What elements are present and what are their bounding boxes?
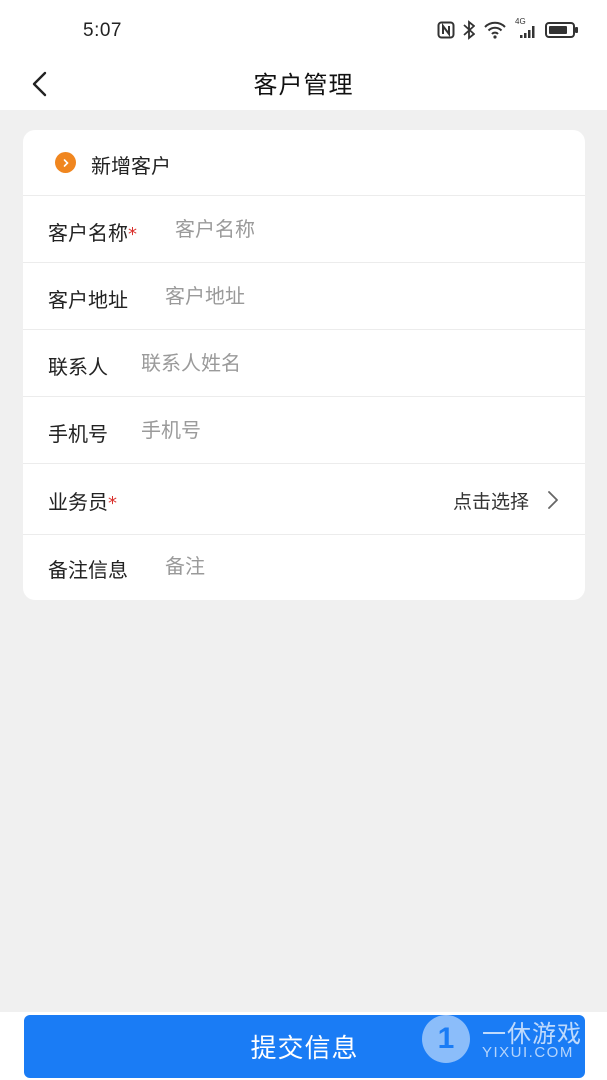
page-title: 客户管理 bbox=[253, 71, 354, 99]
phone-input[interactable] bbox=[141, 415, 441, 445]
customer-name-label: 客户名称* bbox=[48, 221, 137, 245]
remarks-label: 备注信息 bbox=[48, 558, 128, 582]
section-title: 新增客户 bbox=[91, 154, 171, 178]
customer-name-input[interactable] bbox=[175, 214, 475, 244]
network-type-label: 4G bbox=[515, 17, 526, 26]
contact-label: 联系人 bbox=[48, 355, 108, 379]
customer-address-label: 客户地址 bbox=[48, 288, 128, 312]
form-row-remarks: 备注信息 bbox=[23, 536, 585, 600]
required-mark: * bbox=[108, 493, 117, 514]
salesperson-label: 业务员* bbox=[48, 490, 117, 514]
status-time: 5:07 bbox=[83, 20, 122, 41]
contact-name-input[interactable] bbox=[141, 348, 441, 378]
nfc-icon bbox=[437, 21, 455, 39]
customer-form-card: 新增客户 客户名称* 客户地址 联系人 手机号 业务员* 点击选择 备注信息 bbox=[23, 130, 585, 600]
section-bullet-icon bbox=[55, 152, 76, 173]
chevron-right-icon[interactable] bbox=[545, 490, 561, 510]
watermark-name-en: YIXUI.COM bbox=[482, 1044, 574, 1061]
section-header: 新增客户 bbox=[23, 130, 585, 196]
battery-icon bbox=[545, 21, 579, 39]
watermark-logo: 1 bbox=[422, 1015, 470, 1063]
form-row-contact: 联系人 bbox=[23, 331, 585, 397]
form-row-phone: 手机号 bbox=[23, 398, 585, 464]
status-bar: 5:07 4G bbox=[0, 0, 607, 58]
watermark: 1 一休游戏 YIXUI.COM bbox=[420, 1012, 595, 1072]
salesperson-select-value[interactable]: 点击选择 bbox=[453, 487, 529, 514]
nav-bar: 客户管理 bbox=[0, 58, 607, 110]
form-row-customer-address: 客户地址 bbox=[23, 264, 585, 330]
remarks-input[interactable] bbox=[165, 551, 465, 581]
phone-label: 手机号 bbox=[48, 422, 108, 446]
required-mark: * bbox=[128, 224, 137, 245]
bluetooth-icon bbox=[463, 20, 475, 40]
form-row-salesperson[interactable]: 业务员* 点击选择 bbox=[23, 465, 585, 535]
status-icons: 4G bbox=[437, 17, 579, 42]
wifi-icon bbox=[483, 21, 507, 39]
customer-address-input[interactable] bbox=[165, 281, 465, 311]
form-row-customer-name: 客户名称* bbox=[23, 197, 585, 263]
signal-icon: 4G bbox=[515, 17, 537, 39]
